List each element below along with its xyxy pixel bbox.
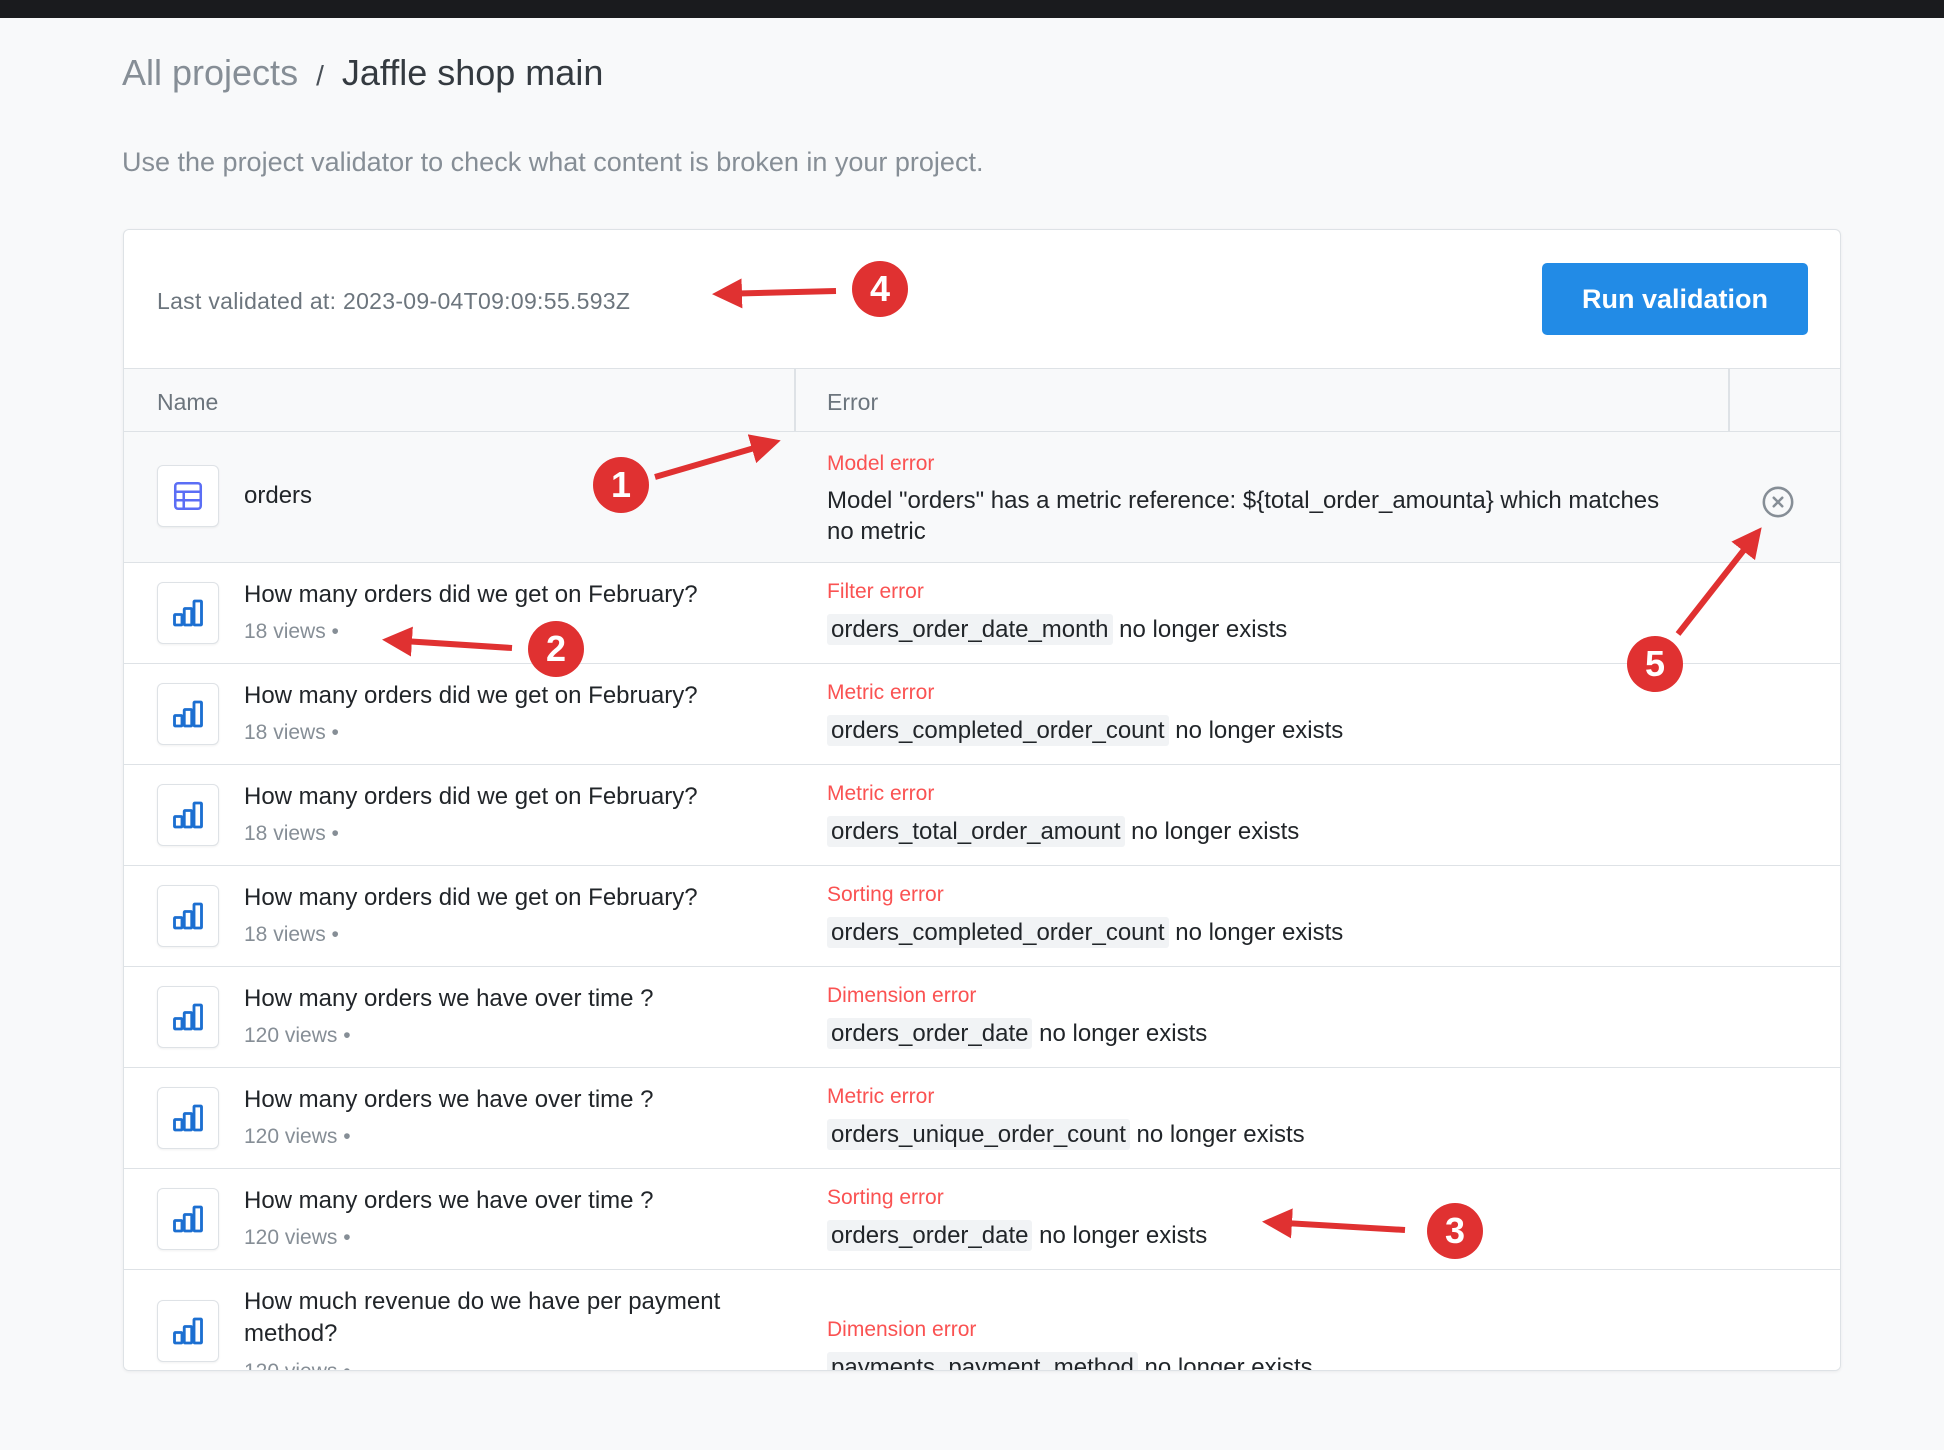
row-views: 120 views • xyxy=(244,1226,351,1249)
error-suffix: no longer exists xyxy=(1124,818,1300,845)
bar-chart-icon xyxy=(157,1087,219,1149)
error-suffix: no longer exists xyxy=(1032,1020,1208,1047)
dismiss-error-icon[interactable] xyxy=(1761,485,1795,519)
row-views: 120 views • xyxy=(244,1125,351,1148)
bar-chart-icon xyxy=(157,784,219,846)
breadcrumb: All projects / Jaffle shop main xyxy=(122,52,603,94)
row-name[interactable]: How many orders did we get on February? xyxy=(244,579,784,611)
error-field-code: payments_payment_method xyxy=(827,1352,1138,1370)
error-type: Dimension error xyxy=(827,1318,977,1341)
error-suffix: no longer exists xyxy=(1168,919,1344,946)
error-type: Metric error xyxy=(827,782,935,805)
error-message: orders_order_date no longer exists xyxy=(827,1018,1207,1049)
page-description: Use the project validator to check what … xyxy=(122,147,984,177)
breadcrumb-separator: / xyxy=(316,60,324,91)
top-bar xyxy=(0,0,1944,18)
annotation-badge-1: 1 xyxy=(593,457,649,513)
row-views: 18 views • xyxy=(244,822,339,845)
error-suffix: no longer exists xyxy=(1137,1354,1313,1371)
table-row[interactable]: How many orders did we get on February? … xyxy=(124,866,1840,967)
bar-chart-icon xyxy=(157,1300,219,1362)
row-views: 120 views • xyxy=(244,1024,351,1047)
table-row[interactable]: How many orders we have over time ? 120 … xyxy=(124,1068,1840,1169)
bar-chart-icon xyxy=(157,986,219,1048)
error-message: orders_order_date no longer exists xyxy=(827,1220,1207,1251)
table-row[interactable]: How many orders did we get on February? … xyxy=(124,664,1840,765)
error-suffix: no longer exists xyxy=(1032,1222,1208,1249)
last-validated-text: Last validated at: 2023-09-04T09:09:55.5… xyxy=(157,288,631,314)
bar-chart-icon xyxy=(157,885,219,947)
table-header: Name Error xyxy=(124,369,1840,432)
error-field-code: orders_total_order_amount xyxy=(827,816,1125,847)
row-views: 18 views • xyxy=(244,620,339,643)
table-row[interactable]: How much revenue do we have per payment … xyxy=(124,1270,1840,1371)
annotation-badge-2: 2 xyxy=(528,621,584,677)
row-name[interactable]: How much revenue do we have per payment … xyxy=(244,1286,784,1350)
row-views: 18 views • xyxy=(244,923,339,946)
validator-card: Last validated at: 2023-09-04T09:09:55.5… xyxy=(123,229,1841,1371)
table-icon xyxy=(157,465,219,527)
bar-chart-icon xyxy=(157,582,219,644)
row-name[interactable]: How many orders did we get on February? xyxy=(244,882,784,914)
bar-chart-icon xyxy=(157,683,219,745)
run-validation-button[interactable]: Run validation xyxy=(1542,263,1808,335)
table-row[interactable]: orders Model error Model "orders" has a … xyxy=(124,432,1840,563)
annotation-badge-4: 4 xyxy=(852,261,908,317)
error-type: Sorting error xyxy=(827,1186,944,1209)
error-field-code: orders_unique_order_count xyxy=(827,1119,1130,1150)
validator-header: Last validated at: 2023-09-04T09:09:55.5… xyxy=(124,230,1840,369)
error-suffix: no longer exists xyxy=(1129,1121,1305,1148)
row-name[interactable]: How many orders we have over time ? xyxy=(244,1084,784,1116)
table-row[interactable]: How many orders did we get on February? … xyxy=(124,765,1840,866)
table-row[interactable]: How many orders did we get on February? … xyxy=(124,563,1840,664)
row-views: 18 views • xyxy=(244,721,339,744)
error-type: Filter error xyxy=(827,580,924,603)
row-views: 120 views • xyxy=(244,1360,351,1370)
annotation-badge-3: 3 xyxy=(1427,1203,1483,1259)
error-suffix: no longer exists xyxy=(1168,717,1344,744)
table-row[interactable]: How many orders we have over time ? 120 … xyxy=(124,967,1840,1068)
error-message: orders_unique_order_count no longer exis… xyxy=(827,1119,1305,1150)
column-header-error: Error xyxy=(827,389,879,415)
error-field-code: orders_completed_order_count xyxy=(827,715,1169,746)
error-field-code: orders_completed_order_count xyxy=(827,917,1169,948)
error-suffix: no longer exists xyxy=(1112,616,1288,643)
row-name[interactable]: How many orders did we get on February? xyxy=(244,781,784,813)
error-field-code: orders_order_date_month xyxy=(827,614,1113,645)
column-divider xyxy=(1728,369,1730,431)
error-type: Metric error xyxy=(827,681,935,704)
error-type: Sorting error xyxy=(827,883,944,906)
annotation-badge-5: 5 xyxy=(1627,636,1683,692)
table-row[interactable]: How many orders we have over time ? 120 … xyxy=(124,1169,1840,1270)
error-message: orders_completed_order_count no longer e… xyxy=(827,917,1343,948)
error-message: orders_total_order_amount no longer exis… xyxy=(827,816,1299,847)
error-message: orders_completed_order_count no longer e… xyxy=(827,715,1343,746)
page-title: Jaffle shop main xyxy=(341,52,604,93)
error-type: Metric error xyxy=(827,1085,935,1108)
error-message: Model "orders" has a metric reference: $… xyxy=(827,487,1660,545)
error-message: orders_order_date_month no longer exists xyxy=(827,614,1287,645)
error-message: payments_payment_method no longer exists xyxy=(827,1352,1313,1371)
error-field-code: orders_order_date xyxy=(827,1220,1033,1251)
bar-chart-icon xyxy=(157,1188,219,1250)
row-name[interactable]: orders xyxy=(244,480,784,512)
row-name[interactable]: How many orders we have over time ? xyxy=(244,983,784,1015)
error-type: Dimension error xyxy=(827,984,977,1007)
error-field-code: orders_order_date xyxy=(827,1018,1033,1049)
error-type: Model error xyxy=(827,452,935,475)
row-name[interactable]: How many orders did we get on February? xyxy=(244,680,784,712)
breadcrumb-all-projects[interactable]: All projects xyxy=(122,52,298,94)
column-divider xyxy=(794,369,796,431)
column-header-name: Name xyxy=(157,389,219,415)
row-name[interactable]: How many orders we have over time ? xyxy=(244,1185,784,1217)
